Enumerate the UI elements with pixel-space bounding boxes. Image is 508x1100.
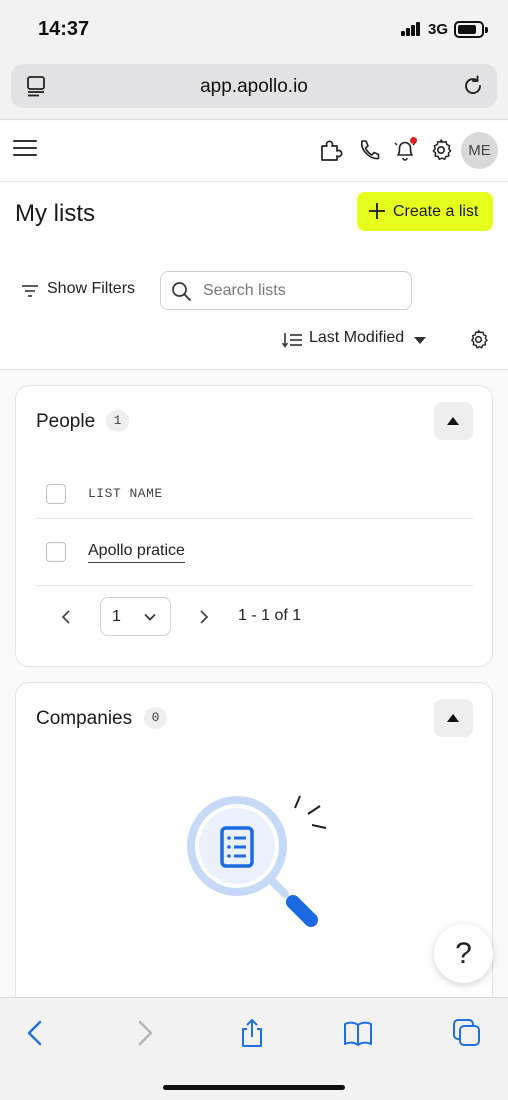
plus-icon xyxy=(369,203,385,219)
companies-section: Companies 0 xyxy=(15,682,493,1012)
bookmarks-icon[interactable] xyxy=(343,1018,373,1048)
extension-icon[interactable] xyxy=(318,137,344,163)
tabs-icon[interactable] xyxy=(452,1018,482,1048)
list-settings-gear-icon[interactable] xyxy=(467,328,490,351)
browser-toolbar xyxy=(0,997,508,1100)
browser-bar: app.apollo.io xyxy=(0,58,508,120)
chevron-left-icon[interactable] xyxy=(60,609,72,625)
people-collapse-button[interactable] xyxy=(434,402,473,440)
back-chevron-icon[interactable] xyxy=(20,1018,50,1048)
search-box[interactable] xyxy=(160,271,412,310)
chevron-down-icon xyxy=(144,613,156,621)
forward-chevron-icon[interactable] xyxy=(130,1018,160,1048)
people-section: People 1 LIST NAME Apollo pratice 1 1 - … xyxy=(15,385,493,667)
select-all-checkbox[interactable] xyxy=(46,484,66,504)
sort-dropdown[interactable]: Last Modified xyxy=(282,329,427,351)
address-bar[interactable]: app.apollo.io xyxy=(11,64,497,108)
phone-icon[interactable] xyxy=(356,137,382,163)
pagination-range: 1 - 1 of 1 xyxy=(238,607,302,624)
reload-icon[interactable] xyxy=(461,74,485,98)
caret-up-icon xyxy=(447,417,459,425)
create-list-label: Create a list xyxy=(393,202,479,220)
people-section-title: People xyxy=(36,411,96,432)
signal-icon xyxy=(401,22,421,36)
show-filters-button[interactable]: Show Filters xyxy=(21,280,135,302)
avatar[interactable]: ME xyxy=(461,132,498,169)
chevron-right-icon[interactable] xyxy=(198,609,210,625)
app-header: ME xyxy=(0,121,508,182)
divider xyxy=(36,585,474,586)
caret-up-icon xyxy=(447,714,459,722)
column-header-list-name[interactable]: LIST NAME xyxy=(88,486,163,501)
people-count-badge: 1 xyxy=(106,410,129,432)
notification-dot xyxy=(410,137,417,144)
help-button[interactable]: ? xyxy=(434,924,493,983)
row-checkbox[interactable] xyxy=(46,542,66,562)
show-filters-label: Show Filters xyxy=(47,280,136,297)
battery-icon xyxy=(454,21,488,38)
search-icon xyxy=(172,282,191,301)
page-select-value: 1 xyxy=(112,608,121,625)
hamburger-icon[interactable] xyxy=(13,139,39,159)
create-list-button[interactable]: Create a list xyxy=(357,192,493,231)
filter-icon xyxy=(22,285,38,297)
divider xyxy=(36,518,474,519)
url-text[interactable]: app.apollo.io xyxy=(11,76,497,98)
sort-icon xyxy=(282,333,302,348)
companies-count-badge: 0 xyxy=(144,707,167,729)
network-label: 3G xyxy=(428,21,449,38)
sort-label: Last Modified xyxy=(309,329,405,346)
status-bar: 14:37 3G xyxy=(0,0,508,58)
caret-down-icon xyxy=(414,337,427,344)
status-time: 14:37 xyxy=(38,18,90,40)
list-link-apollo-pratice[interactable]: Apollo pratice xyxy=(88,542,185,563)
home-indicator xyxy=(163,1085,345,1090)
page-header: My lists Create a list Show Filters Sear… xyxy=(0,182,508,370)
companies-section-title: Companies xyxy=(36,708,133,729)
share-icon[interactable] xyxy=(237,1018,267,1048)
empty-state-illustration xyxy=(187,795,327,927)
page-select[interactable]: 1 xyxy=(100,597,171,636)
page-title: My lists xyxy=(15,200,95,227)
companies-collapse-button[interactable] xyxy=(434,699,473,737)
gear-icon[interactable] xyxy=(428,137,454,163)
search-input[interactable] xyxy=(203,280,403,302)
notifications-button[interactable] xyxy=(392,137,418,163)
